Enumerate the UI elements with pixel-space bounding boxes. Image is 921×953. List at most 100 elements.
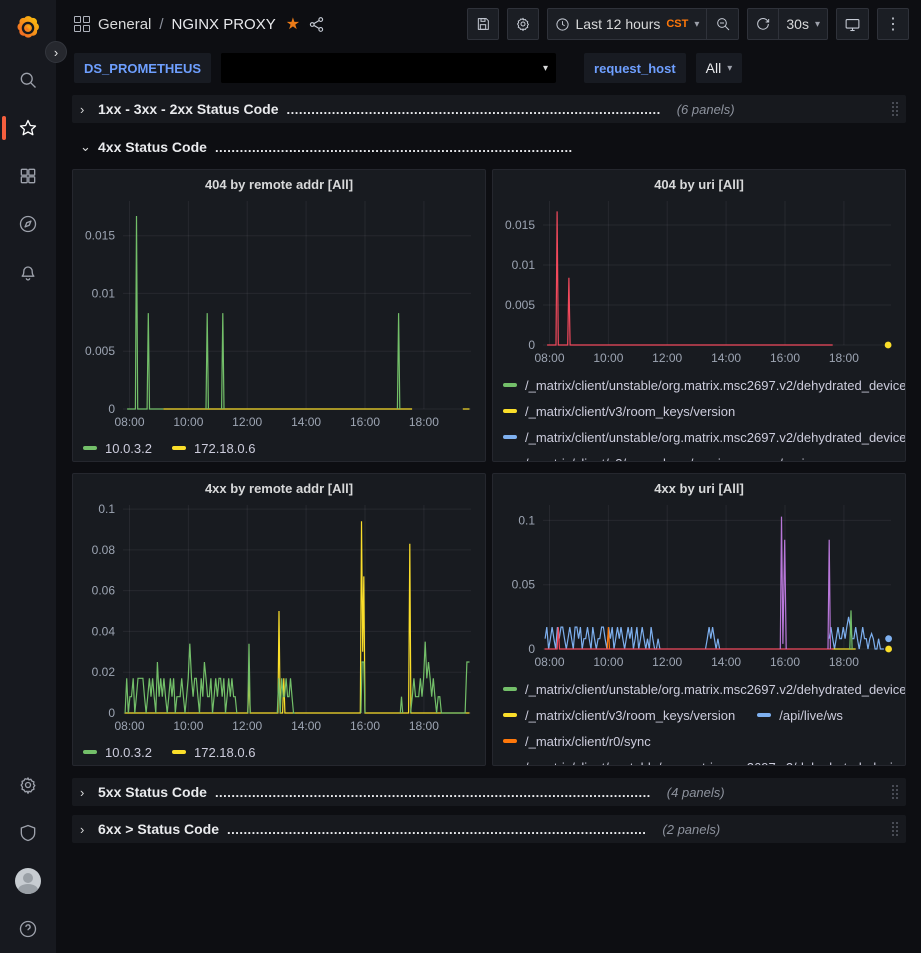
breadcrumb-section[interactable]: General: [98, 16, 151, 33]
svg-text:0.02: 0.02: [92, 665, 116, 679]
legend-item[interactable]: 10.0.3.2: [83, 435, 152, 460]
row-panel-count: (6 panels): [677, 102, 735, 117]
svg-text:08:00: 08:00: [114, 415, 144, 429]
time-series-chart[interactable]: 00.020.040.060.080.108:0010:0012:0014:00…: [79, 499, 479, 738]
kebab-menu-button[interactable]: ⋮: [877, 8, 909, 40]
save-button[interactable]: [467, 8, 499, 40]
sidebar-item-starred[interactable]: [0, 104, 56, 152]
cycle-view-mode-button[interactable]: [836, 8, 869, 40]
row-drag-handle[interactable]: [890, 820, 900, 838]
row-collapse-chevron: ›: [80, 785, 90, 800]
sidebar-item-explore[interactable]: [0, 200, 56, 248]
legend-item[interactable]: /_matrix/client/unstable/org.matrix.msc2…: [503, 424, 905, 450]
svg-text:14:00: 14:00: [291, 719, 321, 733]
panel-4xx-by-remote-addr: 4xx by remote addr [All] 00.020.040.060.…: [72, 473, 486, 766]
row-5xx[interactable]: › 5xx Status Code ......................…: [72, 778, 906, 806]
request-host-select[interactable]: All ▾: [696, 53, 743, 83]
legend-item[interactable]: /_matrix/client/r0/sync: [503, 728, 651, 754]
row-drag-handle[interactable]: [890, 100, 900, 118]
chart-legend: /_matrix/client/unstable/org.matrix.msc2…: [493, 674, 905, 765]
svg-text:0.06: 0.06: [92, 584, 116, 598]
user-avatar[interactable]: [0, 857, 56, 905]
dashboard-settings-button[interactable]: [507, 8, 539, 40]
row-4xx[interactable]: ⌄ 4xx Status Code ......................…: [72, 133, 906, 161]
legend-item[interactable]: /_matrix/client/unstable/org.matrix.msc2…: [503, 676, 905, 702]
svg-text:12:00: 12:00: [232, 415, 262, 429]
row-collapse-chevron: ›: [80, 102, 90, 117]
row-collapse-chevron: ›: [80, 822, 90, 837]
zoom-out-button[interactable]: [707, 8, 739, 40]
dashboard-header: General / NGINX PROXY ★ Last 12 hours CS…: [56, 0, 921, 48]
ds-prometheus-select[interactable]: ▾: [221, 53, 556, 83]
svg-text:0.1: 0.1: [98, 502, 115, 516]
breadcrumb-page[interactable]: NGINX PROXY: [172, 16, 276, 33]
row-collapse-chevron: ⌄: [80, 139, 90, 155]
legend-label: /_matrix/client/unstable/org.matrix.msc2…: [525, 760, 905, 766]
sidebar-expand-button[interactable]: ›: [45, 41, 67, 63]
sidebar-item-dashboards[interactable]: [0, 152, 56, 200]
breadcrumb-separator: /: [159, 16, 163, 33]
svg-text:0.005: 0.005: [85, 344, 115, 358]
legend-item[interactable]: /api/live/ws: [757, 702, 843, 728]
chevron-down-icon: ▾: [694, 19, 699, 30]
time-series-chart[interactable]: 00.0050.010.01508:0010:0012:0014:0016:00…: [79, 195, 479, 434]
help-icon[interactable]: [0, 905, 56, 953]
svg-text:16:00: 16:00: [350, 719, 380, 733]
svg-text:10:00: 10:00: [593, 351, 623, 365]
time-range-picker[interactable]: Last 12 hours CST ▾: [547, 8, 708, 40]
row-panel-count: (4 panels): [667, 785, 725, 800]
panel-title[interactable]: 404 by uri [All]: [493, 170, 905, 195]
sidebar-item-configuration[interactable]: [0, 761, 56, 809]
legend-item[interactable]: /_matrix/client/v3/room_keys/version: [503, 450, 735, 461]
svg-text:12:00: 12:00: [652, 351, 682, 365]
svg-text:0.01: 0.01: [512, 258, 536, 272]
legend-swatch: [83, 446, 97, 450]
legend-label: 10.0.3.2: [105, 745, 152, 760]
row-title-dots: ........................................…: [287, 102, 661, 117]
row-drag-handle[interactable]: [890, 783, 900, 801]
legend-item[interactable]: /_matrix/client/v3/room_keys/version: [503, 398, 735, 424]
sidebar: [0, 0, 56, 953]
legend-swatch: [172, 446, 186, 450]
favorite-star-icon[interactable]: ★: [286, 14, 300, 34]
legend-item[interactable]: 172.18.0.6: [172, 739, 255, 764]
svg-text:0.04: 0.04: [92, 624, 116, 638]
share-icon[interactable]: [308, 16, 325, 33]
time-series-chart[interactable]: 00.050.108:0010:0012:0014:0016:0018:00: [499, 499, 899, 674]
legend-item[interactable]: 172.18.0.6: [172, 435, 255, 460]
svg-text:10:00: 10:00: [173, 415, 203, 429]
legend-item[interactable]: 10.0.3.2: [83, 739, 152, 764]
panel-title[interactable]: 4xx by uri [All]: [493, 474, 905, 499]
legend-label: 10.0.3.2: [105, 441, 152, 456]
dashboard-toolbar: Last 12 hours CST ▾ 30s ▾: [467, 8, 909, 40]
variable-label-request-host: request_host: [584, 53, 686, 83]
panel-title[interactable]: 404 by remote addr [All]: [73, 170, 485, 195]
apps-grid-icon: [74, 16, 90, 32]
legend-swatch: [172, 750, 186, 754]
refresh-interval-label: 30s: [786, 16, 809, 32]
row-title: 4xx Status Code: [98, 139, 207, 155]
timezone-label: CST: [666, 18, 688, 30]
legend-item[interactable]: /_matrix/client/v3/room_keys/version: [503, 702, 735, 728]
refresh-interval-picker[interactable]: 30s ▾: [779, 8, 828, 40]
chevron-down-icon: ▾: [727, 63, 732, 74]
legend-label: /_matrix/client/unstable/org.matrix.msc2…: [525, 378, 905, 393]
row-1xx-3xx-2xx[interactable]: › 1xx - 3xx - 2xx Status Code ..........…: [72, 95, 906, 123]
legend-swatch: [503, 739, 517, 743]
refresh-button[interactable]: [747, 8, 779, 40]
row-6xx[interactable]: › 6xx > Status Code ....................…: [72, 815, 906, 843]
sidebar-item-server-admin[interactable]: [0, 809, 56, 857]
legend-item[interactable]: /_matrix/client/unstable/org.matrix.msc2…: [503, 372, 905, 398]
search-icon[interactable]: [0, 56, 56, 104]
time-range-label: Last 12 hours: [576, 16, 661, 32]
svg-text:0.08: 0.08: [92, 543, 116, 557]
panel-404-by-uri: 404 by uri [All] 00.0050.010.01508:0010:…: [492, 169, 906, 462]
sidebar-item-alerting[interactable]: [0, 248, 56, 296]
time-series-chart[interactable]: 00.0050.010.01508:0010:0012:0014:0016:00…: [499, 195, 899, 370]
legend-item[interactable]: /_matrix/client/unstable/org.matrix.msc2…: [503, 754, 905, 765]
panel-404-by-remote-addr: 404 by remote addr [All] 00.0050.010.015…: [72, 169, 486, 462]
legend-label: /_matrix/client/v3/room_keys/version: [525, 404, 735, 419]
panel-title[interactable]: 4xx by remote addr [All]: [73, 474, 485, 499]
svg-text:18:00: 18:00: [409, 719, 439, 733]
legend-item[interactable]: /sw.js: [757, 450, 811, 461]
